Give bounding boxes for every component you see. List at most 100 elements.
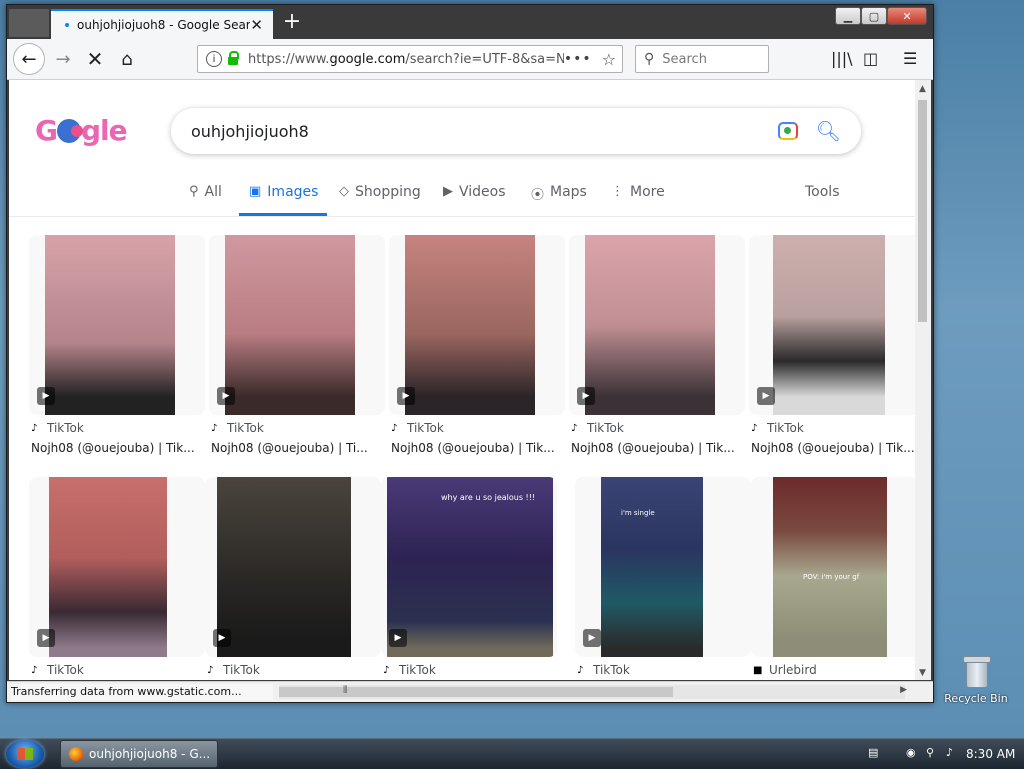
result-source[interactable]: ♪ TikTok bbox=[31, 663, 84, 677]
source-label: TikTok bbox=[767, 421, 804, 435]
scroll-down-icon[interactable]: ▼ bbox=[919, 668, 926, 678]
sidebar-icon[interactable]: ◫ bbox=[863, 49, 878, 68]
mouse-cursor-icon bbox=[237, 172, 246, 188]
source-label: TikTok bbox=[399, 663, 436, 677]
bookmark-star-icon[interactable]: ☆ bbox=[602, 50, 616, 69]
loading-dot-icon bbox=[65, 23, 69, 27]
info-icon[interactable]: i bbox=[206, 51, 222, 67]
result-source[interactable]: ■ Urlebird bbox=[753, 663, 817, 677]
taskbar-clock[interactable]: 8:30 AM bbox=[966, 747, 1015, 761]
result-source[interactable]: ♪ TikTok bbox=[211, 421, 264, 435]
result-thumbnail[interactable] bbox=[49, 477, 167, 657]
source-label: TikTok bbox=[407, 421, 444, 435]
result-thumbnail[interactable] bbox=[601, 477, 703, 657]
google-logo[interactable]: Ggle bbox=[35, 114, 128, 147]
url-scheme: https://www. bbox=[248, 51, 330, 67]
result-thumbnail[interactable] bbox=[217, 477, 351, 657]
firefox-icon bbox=[69, 747, 83, 761]
stop-button[interactable]: ✕ bbox=[81, 45, 109, 73]
keyboard-icon[interactable]: ▤ bbox=[868, 746, 882, 760]
result-thumbnail[interactable] bbox=[225, 235, 355, 415]
result-source[interactable]: ♪ TikTok bbox=[751, 421, 804, 435]
image-frame: ▶ bbox=[29, 477, 205, 657]
recycle-bin-icon[interactable]: Recycle Bin bbox=[944, 656, 1008, 705]
back-button[interactable]: ← bbox=[13, 43, 45, 75]
new-tab-button[interactable]: + bbox=[279, 10, 305, 36]
taskbar: ouhjohjiojuoh8 - G... ▤ ◉ ⚲ ♪ 8:30 AM bbox=[0, 738, 1024, 769]
scroll-right-icon[interactable]: ▶ bbox=[900, 685, 907, 695]
tab-maps-label: Maps bbox=[550, 184, 587, 200]
image-frame: ▶ bbox=[749, 235, 915, 415]
google-search-box[interactable]: ouhjohjiojuoh8 🔍︎ bbox=[171, 108, 861, 154]
tab-shopping[interactable]: ◇ Shopping bbox=[339, 184, 421, 216]
search-input[interactable]: ⚲ Search bbox=[635, 45, 769, 73]
result-caption[interactable]: Nojh08 (@ouejouba) | Tik... bbox=[31, 441, 207, 455]
search-submit-icon[interactable]: 🔍︎ bbox=[816, 119, 841, 143]
image-frame: POV: i'm your gf bbox=[751, 477, 915, 657]
result-caption[interactable]: Nojh08 (@ouejouba) | Tik... bbox=[571, 441, 747, 455]
result-source[interactable]: ♪ TikTok bbox=[383, 663, 436, 677]
result-source[interactable]: ♪ TikTok bbox=[31, 421, 84, 435]
play-icon: ▶ bbox=[443, 184, 453, 199]
query-text[interactable]: ouhjohjiojuoh8 bbox=[191, 122, 778, 141]
forward-button[interactable]: → bbox=[49, 45, 77, 73]
source-label: TikTok bbox=[223, 663, 260, 677]
close-tab-icon[interactable]: ✕ bbox=[250, 16, 263, 34]
chrome-icon[interactable]: ◉ bbox=[906, 746, 920, 760]
hscroll-thumb[interactable] bbox=[279, 687, 673, 697]
result-caption[interactable]: Nojh08 (@ouejouba) | Ti... bbox=[211, 441, 387, 455]
maximize-button[interactable]: ▢ bbox=[861, 7, 887, 25]
result-source[interactable]: ♪ TikTok bbox=[577, 663, 630, 677]
close-window-button[interactable]: ✕ bbox=[887, 7, 927, 25]
image-icon: ▣ bbox=[249, 184, 262, 199]
result-source[interactable]: ♪ TikTok bbox=[571, 421, 624, 435]
result-caption[interactable]: Nojh08 (@ouejouba) | Tik... bbox=[391, 441, 567, 455]
result-thumbnail[interactable] bbox=[773, 477, 887, 657]
search-placeholder: Search bbox=[662, 51, 707, 67]
start-button[interactable] bbox=[6, 740, 44, 768]
result-source[interactable]: ♪ TikTok bbox=[207, 663, 260, 677]
home-button[interactable]: ⌂ bbox=[113, 45, 141, 73]
tab-maps[interactable]: ⦿ Maps bbox=[531, 184, 587, 216]
tiktok-icon: ♪ bbox=[751, 422, 758, 434]
library-icon[interactable]: |||\ bbox=[831, 49, 853, 68]
image-frame: ▶ bbox=[209, 235, 385, 415]
lock-icon[interactable] bbox=[228, 51, 239, 65]
image-frame: ▶ i'm single bbox=[575, 477, 751, 657]
minimize-button[interactable]: ▁ bbox=[835, 7, 861, 25]
network-icon[interactable]: ⚲ bbox=[926, 746, 940, 760]
tools-button[interactable]: Tools bbox=[805, 184, 840, 200]
url-text[interactable]: https://www.google.com/search?ie=UTF-8&s… bbox=[248, 52, 564, 67]
result-thumbnail[interactable] bbox=[45, 235, 175, 415]
lens-camera-icon[interactable] bbox=[777, 122, 798, 140]
tab-videos[interactable]: ▶ Videos bbox=[443, 184, 506, 216]
tab-all[interactable]: ⚲ All bbox=[189, 184, 222, 216]
vertical-scrollbar[interactable]: ▲ ▼ bbox=[915, 80, 931, 680]
page-actions-icon[interactable]: ••• bbox=[564, 51, 592, 67]
horizontal-scrollbar[interactable]: ⦀ ▶ bbox=[279, 685, 907, 699]
play-icon: ▶ bbox=[213, 629, 231, 647]
browser-tab[interactable]: ouhjohjiojuoh8 - Google Search ✕ bbox=[51, 9, 273, 39]
taskbar-firefox-button[interactable]: ouhjohjiojuoh8 - G... bbox=[60, 740, 218, 768]
taskbar-task-label: ouhjohjiojuoh8 - G... bbox=[89, 747, 211, 761]
menu-icon[interactable]: ☰ bbox=[903, 49, 917, 68]
tiktok-icon: ♪ bbox=[383, 664, 390, 676]
video-overlay-text: i'm single bbox=[621, 509, 655, 517]
volume-icon[interactable]: ♪ bbox=[946, 746, 960, 760]
result-thumbnail[interactable] bbox=[773, 235, 885, 415]
result-source[interactable]: ♪ TikTok bbox=[391, 421, 444, 435]
scroll-grip-icon: ⦀ bbox=[343, 685, 348, 696]
scroll-thumb[interactable] bbox=[918, 100, 927, 322]
result-thumbnail[interactable] bbox=[585, 235, 715, 415]
url-bar[interactable]: i https://www.google.com/search?ie=UTF-8… bbox=[197, 45, 623, 73]
play-icon: ▶ bbox=[397, 387, 415, 405]
url-path: /search?ie=UTF-8&sa=N bbox=[405, 51, 564, 67]
tag-icon: ◇ bbox=[339, 184, 349, 199]
tiktok-icon: ♪ bbox=[31, 422, 38, 434]
result-caption[interactable]: Nojh08 (@ouejouba) | Tik... bbox=[751, 441, 915, 455]
tab-images[interactable]: ▣ Images bbox=[239, 184, 327, 216]
tab-more[interactable]: ⋮ More bbox=[611, 184, 665, 216]
result-thumbnail[interactable] bbox=[387, 477, 553, 657]
scroll-up-icon[interactable]: ▲ bbox=[919, 84, 926, 94]
result-thumbnail[interactable] bbox=[405, 235, 535, 415]
